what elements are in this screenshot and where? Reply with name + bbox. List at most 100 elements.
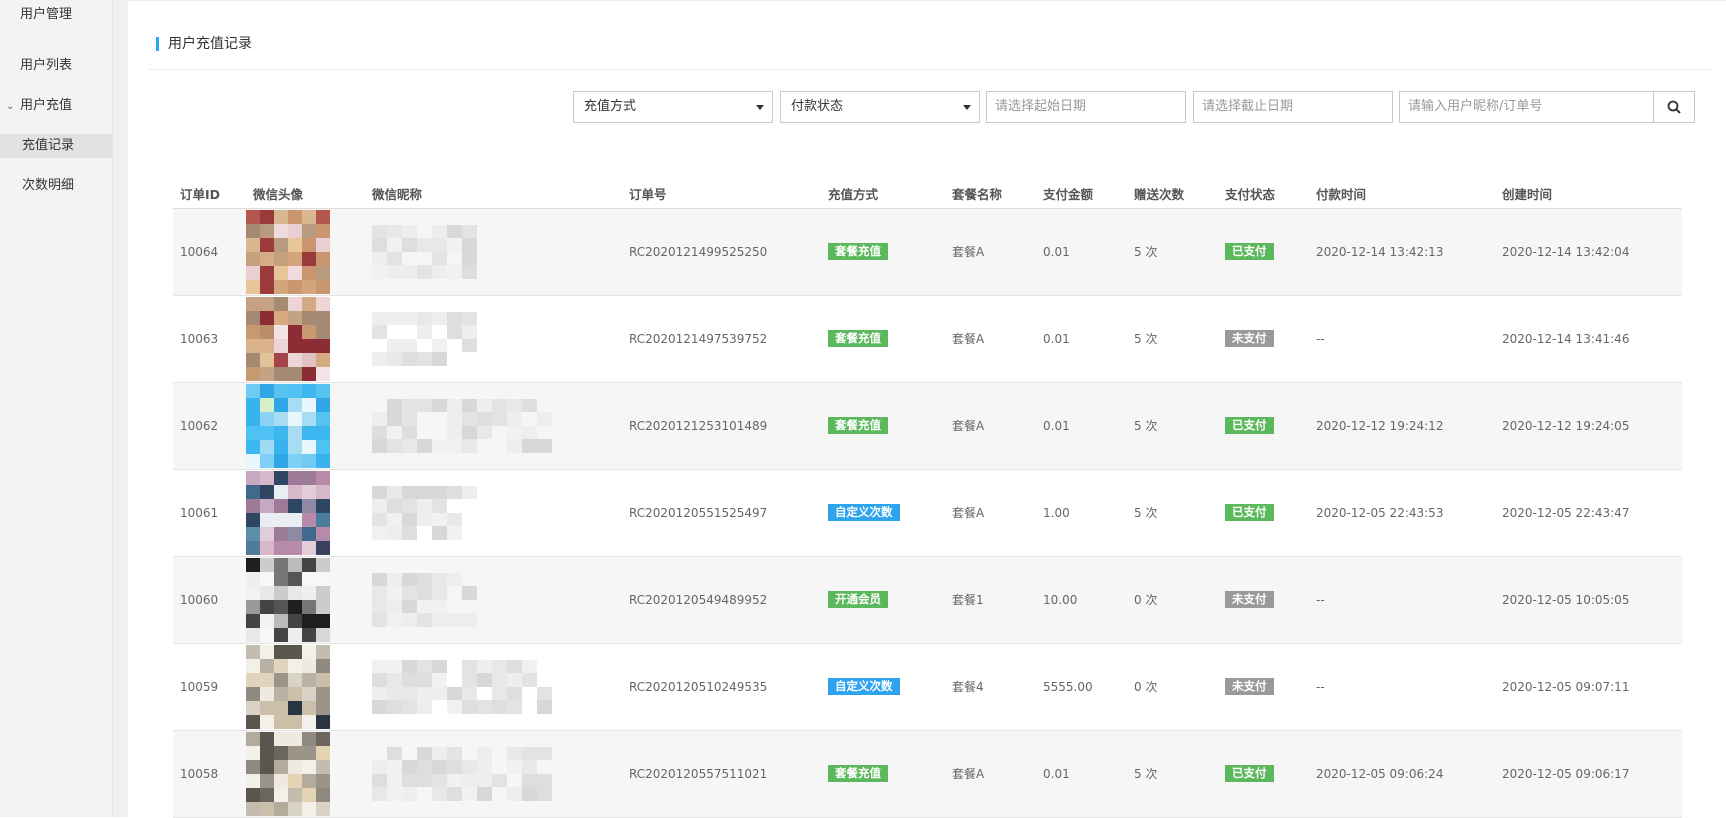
nickname-blurred: [372, 572, 552, 627]
nickname-cell: [365, 730, 622, 818]
package-name-cell: 套餐A: [945, 208, 1036, 296]
created-time-cell: 2020-12-05 22:43:47: [1495, 469, 1682, 557]
created-time-cell: 2020-12-12 19:24:05: [1495, 382, 1682, 470]
column-header: 支付状态: [1218, 179, 1309, 209]
order-id-cell: 10058: [173, 730, 246, 818]
column-header: 订单号: [622, 179, 821, 209]
recharge-method-cell: 开通会员: [821, 556, 945, 644]
gift-times-cell: 5 次: [1127, 208, 1218, 296]
table-row: 10064 RC2020121499525250 套餐充值 套餐A 0.01 5 次已支付…: [173, 208, 1682, 296]
column-header: 订单ID: [173, 179, 246, 209]
order-number-cell: RC2020120551525497: [622, 469, 821, 557]
recharge-method-select[interactable]: 充值方式: [573, 91, 773, 123]
end-date-input[interactable]: 请选择截止日期: [1193, 91, 1393, 123]
column-header: 付款时间: [1309, 179, 1495, 209]
paid-time-cell: --: [1309, 643, 1495, 731]
nickname-blurred: [372, 485, 552, 540]
payment-status-select-value: 付款状态: [791, 99, 844, 114]
recharge-method-badge: 套餐充值: [828, 330, 888, 347]
payment-status-cell: 未支付: [1218, 556, 1309, 644]
gift-times-cell: 5 次: [1127, 382, 1218, 470]
order-number-cell: RC2020121497539752: [622, 295, 821, 383]
table-row: 10060 RC2020120549489952 开通会员 套餐1 10.00 0 次未支…: [173, 556, 1682, 644]
order-id-cell: 10064: [173, 208, 246, 296]
search-icon: [1667, 100, 1681, 114]
gift-times-cell: 0 次: [1127, 556, 1218, 644]
amount-cell: 1.00: [1036, 469, 1127, 557]
column-header: 套餐名称: [945, 179, 1036, 209]
sidebar-item-user-list[interactable]: 用户列表: [0, 54, 113, 78]
search-input[interactable]: 请输入用户昵称/订单号: [1399, 91, 1654, 123]
paid-time-cell: 2020-12-05 22:43:53: [1309, 469, 1495, 557]
avatar: [246, 296, 330, 381]
payment-status-cell: 未支付: [1218, 295, 1309, 383]
sidebar-item-user-recharge[interactable]: ⌄ 用户充值: [0, 94, 113, 119]
avatar-cell: [246, 556, 365, 644]
table-row: 10059 RC2020120510249535 自定义次数 套餐4 5555.00 0 …: [173, 643, 1682, 731]
recharge-method-cell: 套餐充值: [821, 208, 945, 296]
created-time-cell: 2020-12-05 09:06:17: [1495, 730, 1682, 818]
avatar-cell: [246, 382, 365, 470]
paid-time-cell: 2020-12-05 09:06:24: [1309, 730, 1495, 818]
recharge-method-badge: 开通会员: [828, 591, 888, 608]
gift-times-cell: 5 次: [1127, 295, 1218, 383]
avatar: [246, 644, 330, 729]
table-row: 10058 RC2020120557511021 套餐充值 套餐A 0.01 5 次已支付…: [173, 730, 1682, 818]
sidebar-section-user-management: 用户管理: [20, 7, 73, 22]
order-number-cell: RC2020120557511021: [622, 730, 821, 818]
main-content: 用户充值记录 充值方式 付款状态 请选择起始日期 请选择截止日期 请输入用户昵称…: [128, 0, 1726, 818]
search-button[interactable]: [1653, 91, 1695, 123]
nickname-blurred: [372, 224, 552, 279]
table-header-row: 订单ID 微信头像 微信昵称 订单号 充值方式 套餐名称 支付金额 赠送次数 支付状态 付款时间创…: [173, 179, 1682, 209]
divider: [148, 69, 1713, 70]
created-time-cell: 2020-12-05 10:05:05: [1495, 556, 1682, 644]
order-id-cell: 10060: [173, 556, 246, 644]
status-badge: 已支付: [1225, 417, 1274, 434]
avatar: [246, 209, 330, 294]
nickname-blurred: [372, 746, 552, 801]
package-name-cell: 套餐A: [945, 295, 1036, 383]
column-header: 支付金额: [1036, 179, 1127, 209]
package-name-cell: 套餐A: [945, 469, 1036, 557]
recharge-method-cell: 自定义次数: [821, 469, 945, 557]
status-badge: 已支付: [1225, 504, 1274, 521]
package-name-cell: 套餐A: [945, 382, 1036, 470]
amount-cell: 0.01: [1036, 295, 1127, 383]
gift-times-cell: 5 次: [1127, 469, 1218, 557]
nickname-cell: [365, 382, 622, 470]
chevron-down-icon: ⌄: [6, 101, 15, 112]
amount-cell: 0.01: [1036, 382, 1127, 470]
order-id-cell: 10063: [173, 295, 246, 383]
payment-status-cell: 未支付: [1218, 643, 1309, 731]
avatar-cell: [246, 730, 365, 818]
column-header: 微信头像: [246, 179, 365, 209]
status-badge: 已支付: [1225, 243, 1274, 260]
avatar: [246, 731, 330, 816]
paid-time-cell: 2020-12-14 13:42:13: [1309, 208, 1495, 296]
nickname-blurred: [372, 398, 552, 453]
avatar-cell: [246, 469, 365, 557]
nickname-blurred: [372, 311, 552, 366]
recharge-method-cell: 自定义次数: [821, 643, 945, 731]
caret-down-icon: [963, 105, 971, 110]
recharge-method-cell: 套餐充值: [821, 730, 945, 818]
package-name-cell: 套餐1: [945, 556, 1036, 644]
avatar: [246, 470, 330, 555]
sidebar-item-times-detail[interactable]: 次数明细: [0, 174, 113, 198]
sidebar-item-label: 用户充值: [20, 98, 73, 113]
order-number-cell: RC2020121499525250: [622, 208, 821, 296]
status-badge: 未支付: [1225, 678, 1274, 695]
recharge-method-select-value: 充值方式: [584, 99, 637, 114]
recharge-method-cell: 套餐充值: [821, 382, 945, 470]
payment-status-select[interactable]: 付款状态: [780, 91, 980, 123]
status-badge: 未支付: [1225, 591, 1274, 608]
nickname-cell: [365, 556, 622, 644]
package-name-cell: 套餐A: [945, 730, 1036, 818]
sidebar-item-recharge-records[interactable]: 充值记录: [0, 134, 113, 158]
start-date-input[interactable]: 请选择起始日期: [986, 91, 1186, 123]
recharge-method-cell: 套餐充值: [821, 295, 945, 383]
payment-status-cell: 已支付: [1218, 382, 1309, 470]
nickname-cell: [365, 643, 622, 731]
column-header: 充值方式: [821, 179, 945, 209]
recharge-method-badge: 套餐充值: [828, 417, 888, 434]
